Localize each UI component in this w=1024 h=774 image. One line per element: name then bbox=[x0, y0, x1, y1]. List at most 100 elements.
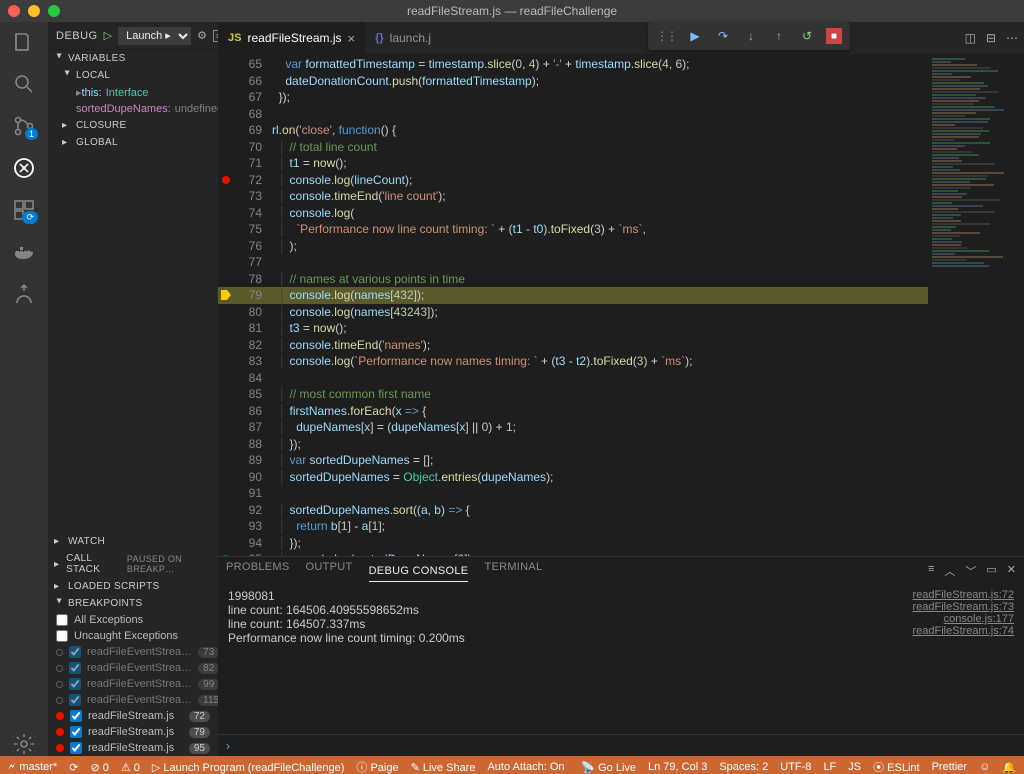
toggle-panel-icon[interactable]: ⊟ bbox=[986, 31, 996, 45]
code-line[interactable]: 71 │ t1 = now(); bbox=[218, 155, 928, 172]
status-position[interactable]: Ln 79, Col 3 bbox=[648, 761, 707, 773]
editor-tab[interactable]: JSreadFileStream.js× bbox=[218, 22, 365, 54]
restart-button[interactable]: ↺ bbox=[798, 27, 816, 45]
launch-config-select[interactable]: Launch ▸ bbox=[118, 27, 191, 45]
code-line[interactable]: 66 dateDonationCount.push(formattedTimes… bbox=[218, 73, 928, 90]
debug-icon[interactable] bbox=[12, 156, 36, 180]
section-variables[interactable]: ▸VARIABLES bbox=[48, 50, 218, 67]
step-over-button[interactable]: ↷ bbox=[714, 27, 732, 45]
code-line[interactable]: 72 │ console.log(lineCount); bbox=[218, 172, 928, 189]
status-branch[interactable]: 🗲 master* bbox=[8, 761, 57, 774]
code-line[interactable]: 83 │ console.log(`Performance now names … bbox=[218, 353, 928, 370]
collapse-icon[interactable]: ︿ bbox=[944, 563, 955, 579]
scope-local[interactable]: ▸Local bbox=[48, 67, 218, 84]
source-link[interactable]: console.js:177 bbox=[913, 613, 1015, 625]
status-warnings[interactable]: ⚠ 0 bbox=[121, 761, 140, 774]
bp-checkbox[interactable] bbox=[69, 662, 81, 674]
code-line[interactable]: 79 │ console.log(names[432]); bbox=[218, 287, 928, 304]
more-actions-icon[interactable]: ⋯ bbox=[1006, 31, 1018, 45]
source-link[interactable]: readFileStream.js:72 bbox=[913, 589, 1015, 601]
code-line[interactable]: 78 │ // names at various points in time bbox=[218, 271, 928, 288]
explorer-icon[interactable] bbox=[12, 30, 36, 54]
settings-icon[interactable] bbox=[12, 732, 36, 756]
code-line[interactable]: 84 bbox=[218, 370, 928, 387]
filter-icon[interactable]: ≡ bbox=[928, 563, 934, 579]
clear-icon[interactable]: ▭ bbox=[986, 563, 996, 579]
section-watch[interactable]: ▸WATCH bbox=[48, 533, 218, 550]
code-line[interactable]: 90 │ sortedDupeNames = Object.entries(du… bbox=[218, 469, 928, 486]
bp-uncaught-exceptions[interactable]: Uncaught Exceptions bbox=[48, 628, 218, 644]
bp-all-exceptions[interactable]: All Exceptions bbox=[48, 612, 218, 628]
console-input[interactable]: › bbox=[218, 734, 1024, 756]
breakpoint-gutter-icon[interactable] bbox=[222, 176, 230, 184]
status-launch[interactable]: ▷ Launch Program (readFileChallenge) bbox=[152, 761, 345, 774]
code-line[interactable]: 87 │ dupeNames[x] = (dupeNames[x] || 0) … bbox=[218, 419, 928, 436]
code-line[interactable]: 74 │ console.log( bbox=[218, 205, 928, 222]
debug-toolbar[interactable]: ⋮⋮ ▶ ↷ ↓ ↑ ↺ ■ bbox=[648, 22, 850, 50]
expand-icon[interactable]: ﹀ bbox=[965, 563, 976, 579]
status-sync[interactable]: ⟳ bbox=[69, 761, 78, 774]
section-loaded[interactable]: ▸LOADED SCRIPTS bbox=[48, 578, 218, 595]
close-panel-icon[interactable]: ✕ bbox=[1007, 563, 1016, 579]
bp-checkbox[interactable] bbox=[70, 742, 82, 754]
liveshare-icon[interactable] bbox=[12, 282, 36, 306]
breakpoint-item[interactable]: readFileStream.js72 bbox=[48, 708, 218, 724]
breakpoint-item[interactable]: readFileEventStrea…115 bbox=[48, 692, 218, 708]
status-prettier[interactable]: Prettier bbox=[932, 761, 967, 773]
panel-tab[interactable]: OUTPUT bbox=[306, 561, 353, 582]
status-liveshare[interactable]: ✎ Live Share bbox=[411, 761, 476, 774]
var-this[interactable]: ▸ this:Interface bbox=[48, 84, 218, 101]
step-out-button[interactable]: ↑ bbox=[770, 27, 788, 45]
code-line[interactable]: 86 │ firstNames.forEach(x => { bbox=[218, 403, 928, 420]
status-golive[interactable]: 📡 Go Live bbox=[581, 761, 636, 774]
status-errors[interactable]: ⊘ 0 bbox=[90, 761, 108, 774]
editor-tab[interactable]: {}launch.j bbox=[365, 22, 441, 54]
breakpoint-item[interactable]: readFileStream.js95 bbox=[48, 740, 218, 756]
console-sources[interactable]: readFileStream.js:72readFileStream.js:73… bbox=[913, 589, 1015, 730]
console-input-field[interactable] bbox=[236, 739, 1016, 753]
breakpoint-item[interactable]: readFileEventStrea…99 bbox=[48, 676, 218, 692]
stop-button[interactable]: ■ bbox=[826, 28, 842, 44]
scope-global[interactable]: ▸Global bbox=[48, 134, 218, 151]
bp-checkbox[interactable] bbox=[69, 646, 81, 658]
breakpoint-item[interactable]: readFileEventStrea…82 bbox=[48, 660, 218, 676]
status-bell[interactable]: 🔔 bbox=[1002, 761, 1016, 774]
panel-tab[interactable]: DEBUG CONSOLE bbox=[369, 565, 469, 582]
extensions-icon[interactable]: ⟳ bbox=[12, 198, 36, 222]
code-line[interactable]: 68 bbox=[218, 106, 928, 123]
minimap[interactable] bbox=[928, 54, 1024, 556]
status-autoattach[interactable]: Auto Attach: On bbox=[487, 761, 564, 773]
bp-checkbox[interactable] bbox=[69, 678, 81, 690]
breakpoint-item[interactable]: readFileEventStrea…73 bbox=[48, 644, 218, 660]
code-line[interactable]: 65 var formattedTimestamp = timestamp.sl… bbox=[218, 56, 928, 73]
window-maximize-button[interactable] bbox=[48, 5, 60, 17]
status-eol[interactable]: LF bbox=[823, 761, 836, 773]
code-line[interactable]: 70 │ // total line count bbox=[218, 139, 928, 156]
split-editor-icon[interactable]: ◫ bbox=[965, 31, 976, 45]
bp-checkbox[interactable] bbox=[69, 694, 81, 706]
panel-tab[interactable]: TERMINAL bbox=[484, 561, 542, 582]
toolbar-grip-icon[interactable]: ⋮⋮ bbox=[656, 29, 676, 43]
bp-checkbox[interactable] bbox=[70, 726, 82, 738]
status-eslint[interactable]: ⦿ ESLint bbox=[873, 759, 919, 774]
continue-button[interactable]: ▶ bbox=[686, 27, 704, 45]
code-line[interactable]: 67 }); bbox=[218, 89, 928, 106]
code-line[interactable]: 75 │ `Performance now line count timing:… bbox=[218, 221, 928, 238]
code-line[interactable]: 88 │ }); bbox=[218, 436, 928, 453]
code-line[interactable]: 89 │ var sortedDupeNames = []; bbox=[218, 452, 928, 469]
code-line[interactable]: 94 │ }); bbox=[218, 535, 928, 552]
scm-icon[interactable]: 1 bbox=[12, 114, 36, 138]
panel-tab[interactable]: PROBLEMS bbox=[226, 561, 290, 582]
code-editor[interactable]: 65 var formattedTimestamp = timestamp.sl… bbox=[218, 54, 928, 556]
debug-settings-icon[interactable]: ⚙ bbox=[197, 29, 207, 42]
var-sorted[interactable]: sortedDupeNames:undefined bbox=[48, 101, 218, 117]
bp-checkbox[interactable] bbox=[70, 710, 82, 722]
code-line[interactable]: 82 │ console.timeEnd('names'); bbox=[218, 337, 928, 354]
code-line[interactable]: 73 │ console.timeEnd('line count'); bbox=[218, 188, 928, 205]
step-into-button[interactable]: ↓ bbox=[742, 27, 760, 45]
code-line[interactable]: 77 bbox=[218, 254, 928, 271]
code-line[interactable]: 69rl.on('close', function() { bbox=[218, 122, 928, 139]
code-line[interactable]: 93 │ return b[1] - a[1]; bbox=[218, 518, 928, 535]
status-lang[interactable]: JS bbox=[848, 761, 861, 773]
status-spaces[interactable]: Spaces: 2 bbox=[719, 761, 768, 773]
